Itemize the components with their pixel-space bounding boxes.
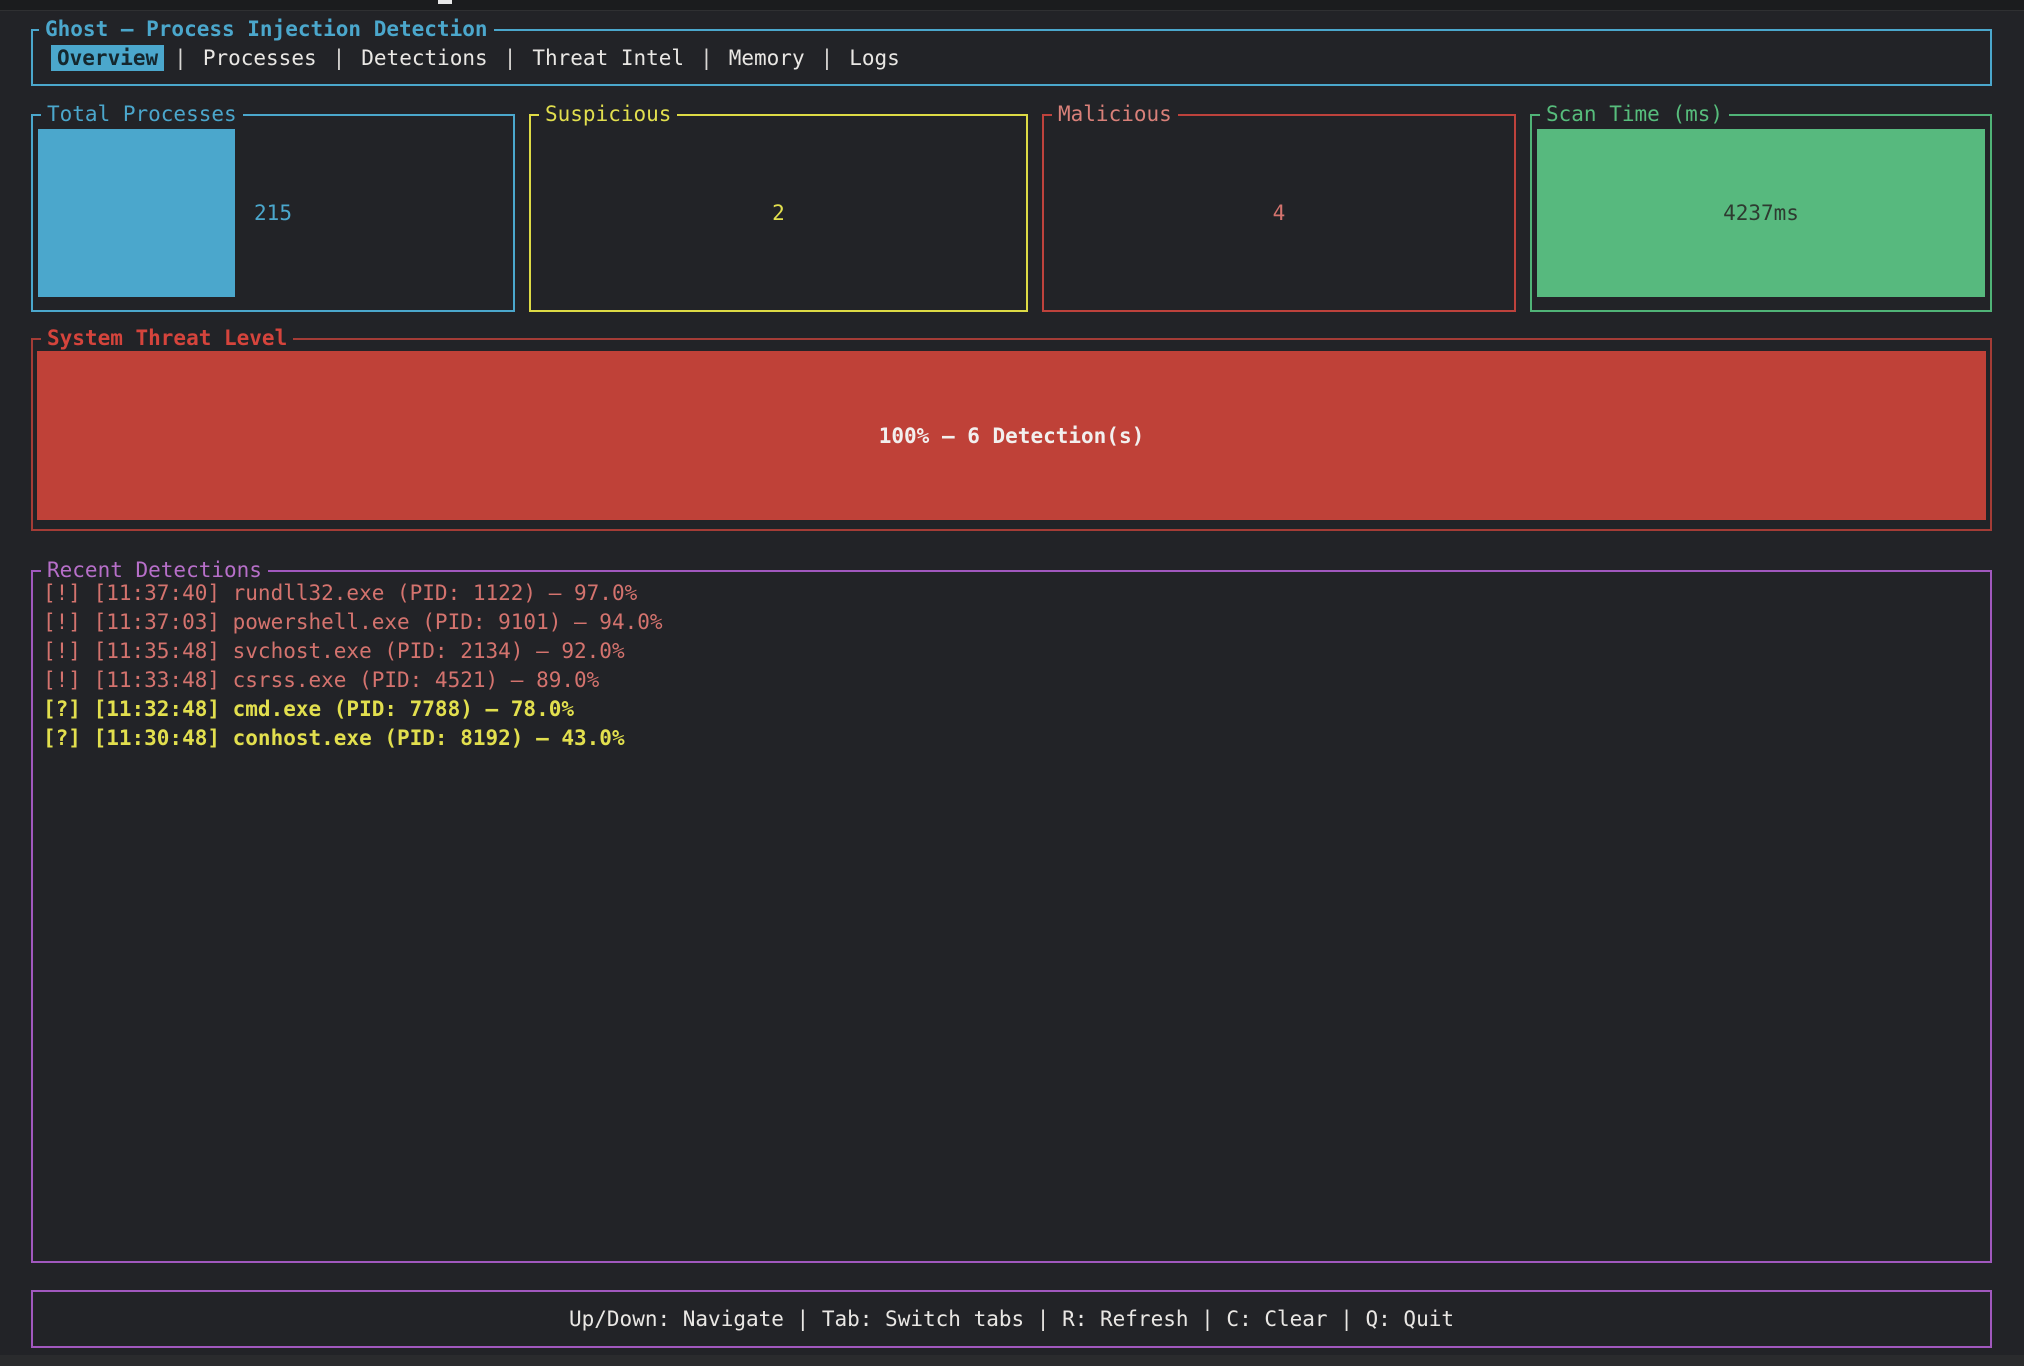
detection-row[interactable]: [!] [11:35:48] svchost.exe (PID: 2134) —… <box>43 637 1980 666</box>
tab-logs[interactable]: Logs <box>843 45 906 71</box>
tab-overview[interactable]: Overview <box>51 45 164 71</box>
detection-row[interactable]: [?] [11:32:48] cmd.exe (PID: 7788) — 78.… <box>43 695 1980 724</box>
malicious-panel: Malicious 4 <box>1042 114 1516 312</box>
scan-time-panel: Scan Time (ms) 4237ms <box>1530 114 1992 312</box>
suspicious-gauge: 2 <box>536 129 1021 297</box>
recent-detections-panel: Recent Detections [!] [11:37:40] rundll3… <box>31 570 1992 1263</box>
terminal-screen: Ghost — Process Injection Detection Over… <box>0 0 2024 1366</box>
tab-separator: | <box>690 46 723 70</box>
malicious-gauge: 4 <box>1049 129 1509 297</box>
tab-separator: | <box>494 46 527 70</box>
scan-time-title: Scan Time (ms) <box>1540 101 1729 127</box>
suspicious-value: 2 <box>536 129 1021 297</box>
detection-row[interactable]: [!] [11:37:40] rundll32.exe (PID: 1122) … <box>43 579 1980 608</box>
total-processes-panel: Total Processes 215 <box>31 114 515 312</box>
total-processes-value: 215 <box>38 129 508 297</box>
suspicious-title: Suspicious <box>539 101 677 127</box>
detection-row[interactable]: [!] [11:33:48] csrss.exe (PID: 4521) — 8… <box>43 666 1980 695</box>
tab-processes[interactable]: Processes <box>197 45 323 71</box>
tab-memory[interactable]: Memory <box>723 45 811 71</box>
threat-level-title: System Threat Level <box>41 325 293 351</box>
tab-bar-panel: Ghost — Process Injection Detection Over… <box>31 29 1992 86</box>
tab-detections[interactable]: Detections <box>355 45 493 71</box>
detections-list: [!] [11:37:40] rundll32.exe (PID: 1122) … <box>43 579 1980 753</box>
detection-row[interactable]: [!] [11:37:03] powershell.exe (PID: 9101… <box>43 608 1980 637</box>
screen-bottom-edge <box>0 1355 2024 1366</box>
tab-threat-intel[interactable]: Threat Intel <box>526 45 690 71</box>
threat-level-gauge: 100% — 6 Detection(s) <box>37 351 1986 520</box>
tab-separator: | <box>323 46 356 70</box>
malicious-value: 4 <box>1049 129 1509 297</box>
threat-level-value: 100% — 6 Detection(s) <box>37 351 1986 520</box>
tab-separator: | <box>164 46 197 70</box>
malicious-title: Malicious <box>1052 101 1178 127</box>
suspicious-panel: Suspicious 2 <box>529 114 1028 312</box>
scan-time-gauge: 4237ms <box>1537 129 1985 297</box>
top-edge-artifact <box>438 0 452 4</box>
tab-separator: | <box>811 46 844 70</box>
total-processes-gauge: 215 <box>38 129 508 297</box>
screen-top-edge <box>0 0 2024 11</box>
status-bar: Up/Down: Navigate | Tab: Switch tabs | R… <box>31 1290 1992 1348</box>
keyboard-shortcuts-help: Up/Down: Navigate | Tab: Switch tabs | R… <box>33 1292 1990 1346</box>
total-processes-title: Total Processes <box>41 101 243 127</box>
detection-row[interactable]: [?] [11:30:48] conhost.exe (PID: 8192) —… <box>43 724 1980 753</box>
tab-row: Overview | Processes | Detections | Thre… <box>51 31 906 84</box>
scan-time-value: 4237ms <box>1537 129 1985 297</box>
threat-level-panel: System Threat Level 100% — 6 Detection(s… <box>31 338 1992 531</box>
